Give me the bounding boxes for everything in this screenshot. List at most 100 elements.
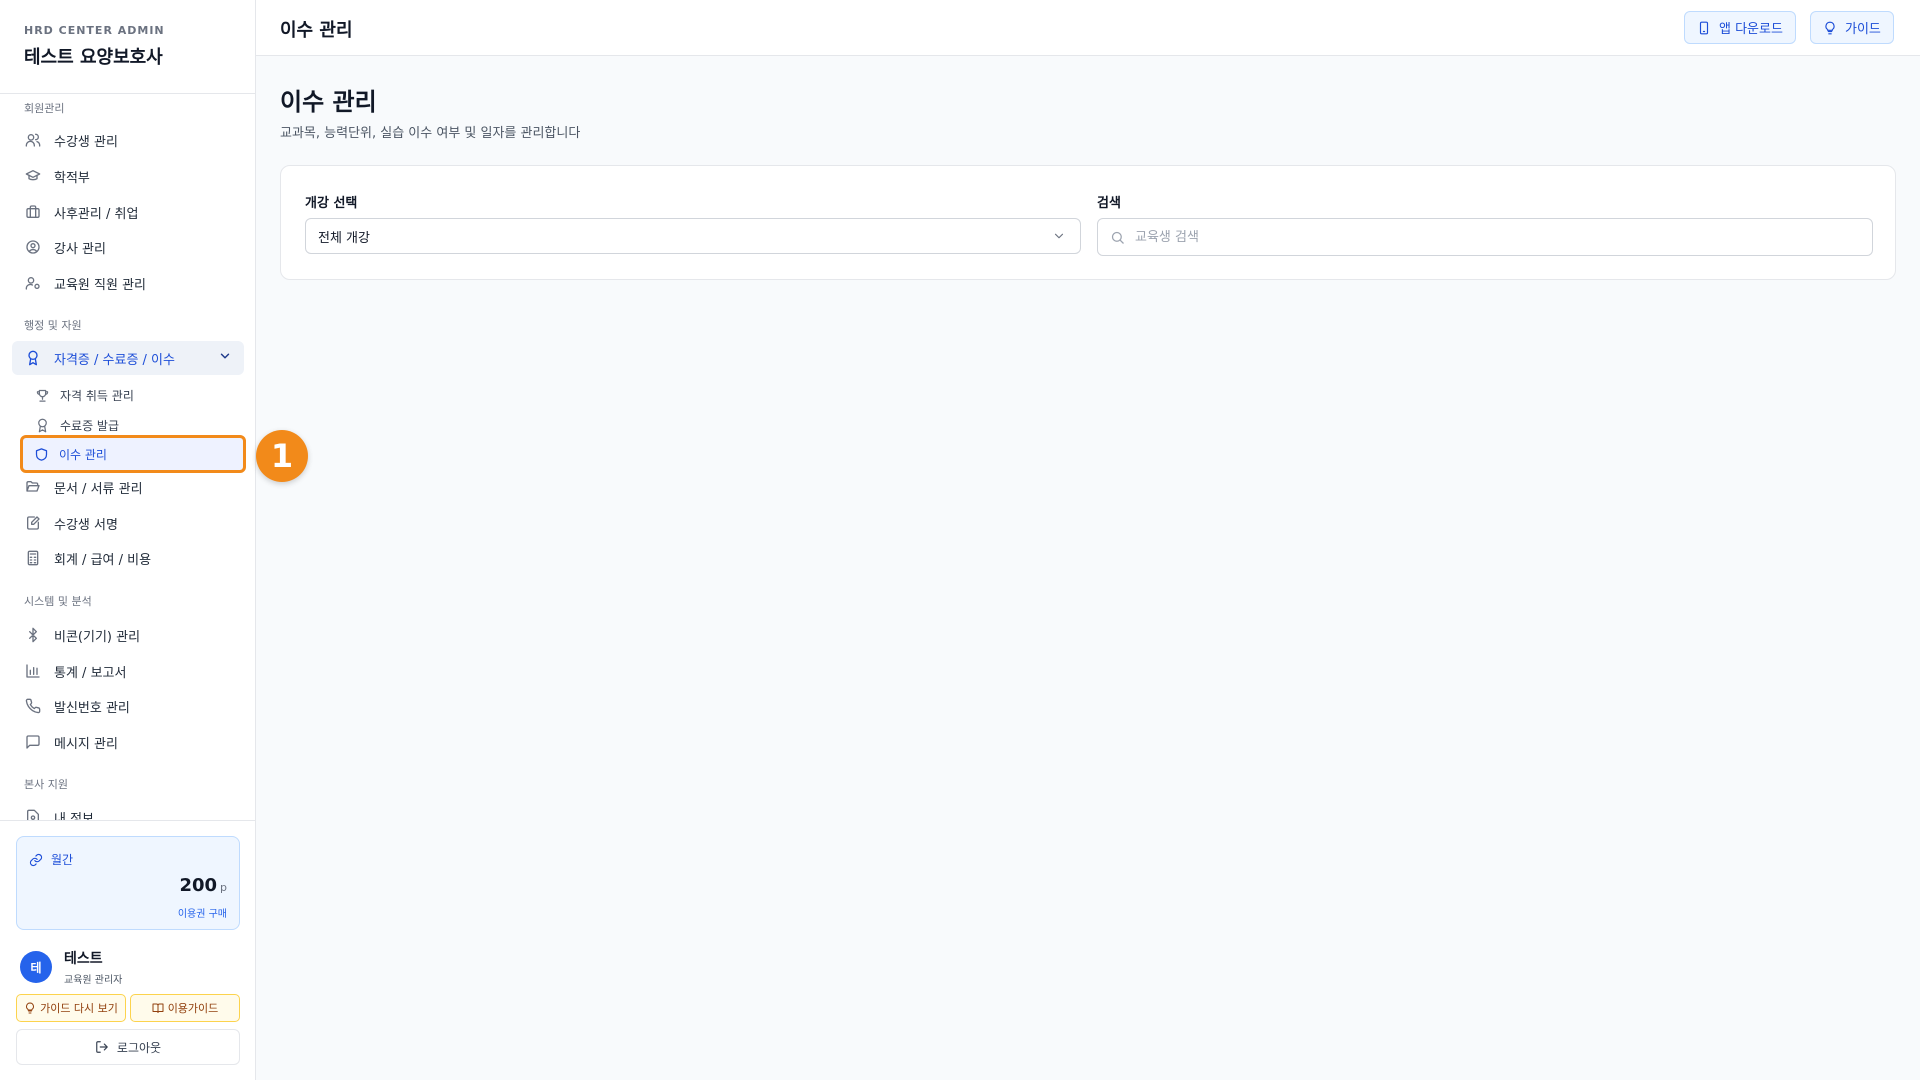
plan-card: 월간 200 p 이용권 구매	[16, 836, 240, 930]
sidebar-item-sender-numbers[interactable]: 발신번호 관리	[12, 689, 244, 723]
sidebar-item-students[interactable]: 수강생 관리	[12, 123, 244, 157]
plan-points-value: 200	[179, 875, 218, 896]
search-label: 검색	[1097, 196, 1121, 211]
filter-card: 개강 선택 전체 개강 검색	[280, 165, 1896, 280]
sidebar-item-beacons[interactable]: 비콘(기기) 관리	[12, 618, 244, 652]
course-select-value: 전체 개강	[318, 230, 370, 246]
logout-button[interactable]: 로그아웃	[16, 1029, 240, 1065]
section-label-admin: 행정 및 자원	[24, 319, 82, 332]
sidebar-item-label: 비콘(기기) 관리	[54, 629, 141, 645]
chevron-down-icon	[1052, 229, 1066, 243]
brand-subtitle: HRD CENTER ADMIN	[24, 24, 165, 37]
lightbulb-icon	[24, 1002, 36, 1014]
sidebar-subitem-label: 수료증 발급	[60, 418, 120, 433]
sidebar-item-label: 학적부	[54, 170, 90, 186]
sidebar-item-label: 회계 / 급여 / 비용	[54, 552, 152, 568]
top-header: 이수 관리 앱 다운로드 가이드	[256, 0, 1920, 56]
guide-again-button[interactable]: 가이드 다시 보기	[16, 994, 126, 1022]
usage-guide-label: 이용가이드	[167, 1002, 219, 1015]
search-icon	[1110, 230, 1125, 245]
plan-points: 200 p	[179, 875, 227, 896]
sidebar: HRD CENTER ADMIN 테스트 요양보호사 회원관리 수강생 관리 학…	[0, 0, 256, 1080]
page-description: 교과목, 능력단위, 실습 이수 여부 및 일자를 관리합니다	[280, 126, 581, 141]
sidebar-item-staff[interactable]: 교육원 직원 관리	[12, 266, 244, 300]
sidebar-item-certificates[interactable]: 자격증 / 수료증 / 이수	[12, 341, 244, 375]
sidebar-item-documents[interactable]: 문서 / 서류 관리	[12, 470, 244, 504]
bluetooth-icon	[24, 626, 42, 644]
sidebar-item-signatures[interactable]: 수강생 서명	[12, 506, 244, 540]
briefcase-icon	[24, 203, 42, 221]
page-title: 이수 관리	[280, 88, 377, 116]
link-icon	[29, 853, 43, 867]
sidebar-subitem-completion[interactable]: 이수 관리	[20, 435, 246, 473]
sidebar-item-label: 교육원 직원 관리	[54, 277, 146, 293]
sidebar-nav: 회원관리 수강생 관리 학적부 사후관리 / 취업 강사 관리 교육원 직원 관…	[0, 94, 255, 820]
course-select-label: 개강 선택	[305, 196, 358, 211]
smartphone-icon	[1697, 21, 1711, 35]
brand: HRD CENTER ADMIN 테스트 요양보호사	[24, 24, 165, 69]
phone-icon	[24, 697, 42, 715]
file-user-icon	[24, 808, 42, 820]
logout-label: 로그아웃	[116, 1040, 162, 1055]
section-label-members: 회원관리	[24, 102, 65, 115]
user-info: 테스트 교육원 관리자	[64, 948, 122, 986]
message-icon	[24, 733, 42, 751]
sidebar-item-accounting[interactable]: 회계 / 급여 / 비용	[12, 541, 244, 575]
sidebar-item-label: 수강생 서명	[54, 517, 118, 533]
graduation-cap-icon	[24, 167, 42, 185]
award-icon	[34, 417, 50, 433]
sidebar-item-messages[interactable]: 메시지 관리	[12, 725, 244, 759]
award-icon	[24, 349, 42, 367]
sidebar-item-label: 통계 / 보고서	[54, 665, 127, 681]
plan-points-unit: p	[220, 881, 227, 894]
sidebar-item-statistics[interactable]: 통계 / 보고서	[12, 654, 244, 688]
section-label-system: 시스템 및 분석	[24, 595, 92, 608]
shield-icon	[33, 446, 49, 462]
book-open-icon	[152, 1002, 164, 1014]
header-title: 이수 관리	[280, 20, 353, 41]
sidebar-subitem-label: 자격 취득 관리	[60, 388, 134, 403]
sidebar-item-label: 수강생 관리	[54, 134, 118, 150]
user-name: 테스트	[64, 951, 103, 967]
search-field[interactable]	[1097, 218, 1873, 256]
user-cog-icon	[24, 274, 42, 292]
lightbulb-icon	[1823, 21, 1837, 35]
user-circle-icon	[24, 238, 42, 256]
sidebar-item-my-info[interactable]: 내 정보	[12, 800, 244, 820]
sidebar-subitem-label: 이수 관리	[59, 447, 107, 462]
sidebar-item-label: 강사 관리	[54, 241, 106, 257]
buy-pass-link[interactable]: 이용권 구매	[178, 905, 227, 920]
sidebar-item-label: 사후관리 / 취업	[54, 206, 139, 222]
sidebar-item-label: 내 정보	[54, 811, 95, 821]
guide-label: 가이드	[1845, 22, 1881, 37]
brand-title: 테스트 요양보호사	[24, 47, 163, 68]
usage-guide-button[interactable]: 이용가이드	[130, 994, 240, 1022]
sidebar-item-label: 자격증 / 수료증 / 이수	[54, 352, 175, 368]
step-marker: 1	[256, 430, 308, 482]
bar-chart-icon	[24, 662, 42, 680]
user-profile: 테 테스트 교육원 관리자	[20, 948, 122, 986]
trophy-icon	[34, 387, 50, 403]
divider	[0, 820, 255, 821]
users-icon	[24, 131, 42, 149]
app-download-button[interactable]: 앱 다운로드	[1684, 11, 1796, 44]
search-input[interactable]	[1135, 229, 1855, 245]
plan-label-text: 월간	[51, 853, 74, 867]
user-role: 교육원 관리자	[64, 975, 123, 986]
sidebar-item-school-records[interactable]: 학적부	[12, 159, 244, 193]
guide-again-label: 가이드 다시 보기	[40, 1002, 118, 1015]
avatar: 테	[20, 951, 52, 983]
plan-label: 월간	[29, 851, 73, 868]
sidebar-item-instructors[interactable]: 강사 관리	[12, 230, 244, 264]
sidebar-item-label: 메시지 관리	[54, 736, 118, 752]
sidebar-item-aftercare[interactable]: 사후관리 / 취업	[12, 195, 244, 229]
folder-open-icon	[24, 478, 42, 496]
file-signature-icon	[24, 514, 42, 532]
sidebar-item-label: 문서 / 서류 관리	[54, 481, 143, 497]
sidebar-item-label: 발신번호 관리	[54, 700, 130, 716]
guide-button[interactable]: 가이드	[1810, 11, 1894, 44]
calculator-icon	[24, 549, 42, 567]
section-label-hq: 본사 지원	[24, 778, 68, 791]
sidebar-subitem-qualification[interactable]: 자격 취득 관리	[24, 380, 244, 410]
course-select[interactable]: 전체 개강	[305, 218, 1081, 254]
